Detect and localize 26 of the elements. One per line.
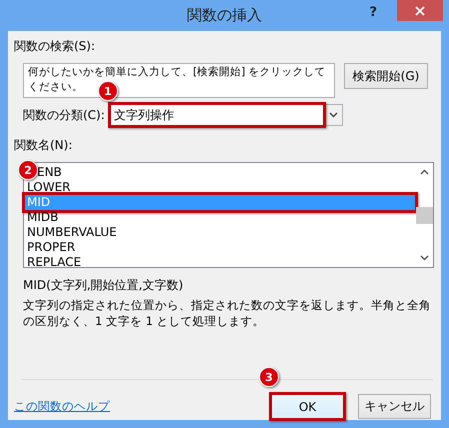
window-title: 関数の挿入 (187, 6, 262, 25)
close-icon (415, 6, 425, 16)
step-badge: 2 (18, 160, 38, 180)
function-description: 文字列の指定された位置から、指定された数の文字を返します。半角と全角の区別なく、1 文字を 1 として処理します。 (23, 297, 432, 329)
search-label: 関数の検索(S): (14, 38, 96, 55)
function-item[interactable]: MIDB (24, 210, 58, 225)
function-item[interactable]: PROPER (24, 240, 76, 255)
dialog-button[interactable]: OK (271, 394, 344, 419)
function-item[interactable]: REPLACE (24, 255, 82, 270)
close-button[interactable] (397, 0, 443, 21)
scrollbar-thumb[interactable] (416, 207, 433, 224)
dialog-button[interactable]: キャンセル (358, 394, 431, 419)
help-button[interactable]: ? (369, 5, 377, 20)
function-list-label: 関数名(N): (14, 137, 74, 154)
scroll-down-icon[interactable] (420, 255, 429, 261)
category-label: 関数の分類(C): (23, 106, 105, 124)
help-link[interactable]: この関数のヘルプ (14, 399, 110, 414)
scroll-up-icon[interactable] (420, 169, 429, 175)
function-item[interactable]: LOWER (24, 180, 70, 195)
caret-icon (328, 112, 338, 118)
step-badge: 3 (259, 367, 279, 387)
function-signature: MID(文字列,開始位置,文字数) (23, 277, 184, 294)
category-dropdown[interactable]: 文字列操作 (108, 104, 343, 126)
search-button[interactable]: 検索開始(G) (344, 63, 428, 89)
function-item[interactable]: NUMBERVALUE (24, 225, 117, 240)
function-item[interactable]: ENB (37, 165, 62, 180)
